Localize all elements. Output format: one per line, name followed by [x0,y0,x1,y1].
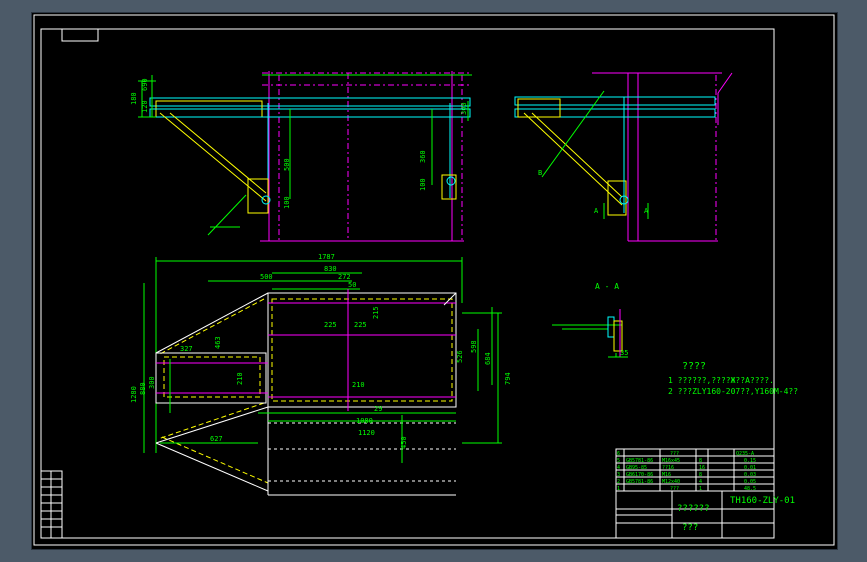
part-row-1-qty: 8 [699,458,702,464]
plan-view [143,257,502,496]
dim-plan-210-r: 210 [352,381,365,389]
outer-border [33,14,835,546]
dim-elev-2: 120 [141,100,149,113]
section-aa-view [552,309,628,358]
part-row-2-no: 4 [617,465,620,471]
part-row-4-qty: 4 [699,479,702,485]
part-row-4-wt: 0.05 [744,479,756,485]
part-row-4-no: 2 [617,479,620,485]
dim-plan-794: 794 [504,372,512,385]
part-row-2-wt: 0.01 [744,465,756,471]
dim-elev-3: 690 [141,78,149,91]
parts-list-text: 6 ??? Q235-A 5 GB5781-86 M16x45 8 0.15 4… [617,451,756,492]
part-row-3-wt: 0.03 [744,472,756,478]
dim-plan-29: 29 [374,405,382,413]
dim-plan-830: 830 [324,265,337,273]
part-row-1-wt: 0.15 [744,458,756,464]
section-tag-a-left: A [594,207,599,215]
note-line-1: 1 ??????,????Ж??A????. [668,376,774,385]
part-row-2-qty: 16 [699,465,705,471]
part-row-1-std: GB5781-86 [626,458,653,464]
dim-plan-272: 272 [338,273,351,281]
section-aa-dim: 35 [620,349,628,357]
dim-elev-5: 100 [283,196,291,209]
dim-plan-450: 450 [400,436,408,449]
dim-plan-225-a: 225 [324,321,337,329]
cad-drawing: 180 120 690 500 100 360 100 300 A A B 17… [33,14,835,546]
dim-elev-1: 180 [130,92,138,105]
part-row-2-std: GB95-85 [626,465,647,471]
dim-elev-7: 100 [419,178,427,191]
drawing-sheet: 180 120 690 500 100 360 100 300 A A B 17… [31,12,838,550]
dim-elev-4: 500 [283,158,291,171]
dim-plan-463: 463 [214,336,222,349]
part-row-2-name: ??16 [662,465,674,471]
revision-strip [40,470,63,539]
dim-plan-880: 880 [139,382,147,395]
dim-plan-225-b: 225 [354,321,367,329]
section-aa-label: A - A [595,282,619,291]
drawing-number: TH160-ZLY-01 [730,496,795,506]
dim-plan-1080: 1080 [356,417,373,425]
part-row-0-no: 6 [617,451,620,457]
corner-box [61,28,99,42]
part-row-3-no: 3 [617,472,620,478]
dim-plan-1787: 1787 [318,253,335,261]
dim-plan-598: 598 [470,340,478,353]
part-row-3-std: GB6170-86 [626,472,653,478]
dim-plan-210-l: 210 [236,372,244,385]
dim-plan-684: 684 [484,352,492,365]
dim-plan-500: 500 [260,273,273,281]
side-elevation-view [514,72,733,242]
part-row-0-name: ??? [670,451,679,457]
dim-plan-526: 526 [456,350,464,363]
part-row-4-name: M12x40 [662,479,680,485]
part-row-1-no: 5 [617,458,620,464]
dim-plan-50: 50 [348,281,356,289]
dim-plan-327: 327 [180,345,193,353]
dim-elev-8: 300 [460,102,468,115]
note-line-2: 2 ???ZLY160-207??,Y160M-4?? [668,387,798,396]
dim-plan-215: 215 [372,306,380,319]
company-name: ??? [682,523,698,533]
part-row-4-std: GB5781-86 [626,479,653,485]
notes-heading: ???? [682,361,706,372]
part-row-1-name: M16x45 [662,458,680,464]
dim-plan-300: 300 [148,376,156,389]
part-row-3-name: M16 [662,472,671,478]
part-row-0-mat: Q235-A [736,451,754,457]
drawing-name: ?????? [677,504,710,514]
section-tag-b: B [538,169,542,177]
dim-elev-6: 360 [419,150,427,163]
dim-plan-1120: 1120 [358,429,375,437]
dim-plan-1280: 1280 [130,386,138,403]
part-row-3-qty: 8 [699,472,702,478]
dim-plan-627: 627 [210,435,223,443]
